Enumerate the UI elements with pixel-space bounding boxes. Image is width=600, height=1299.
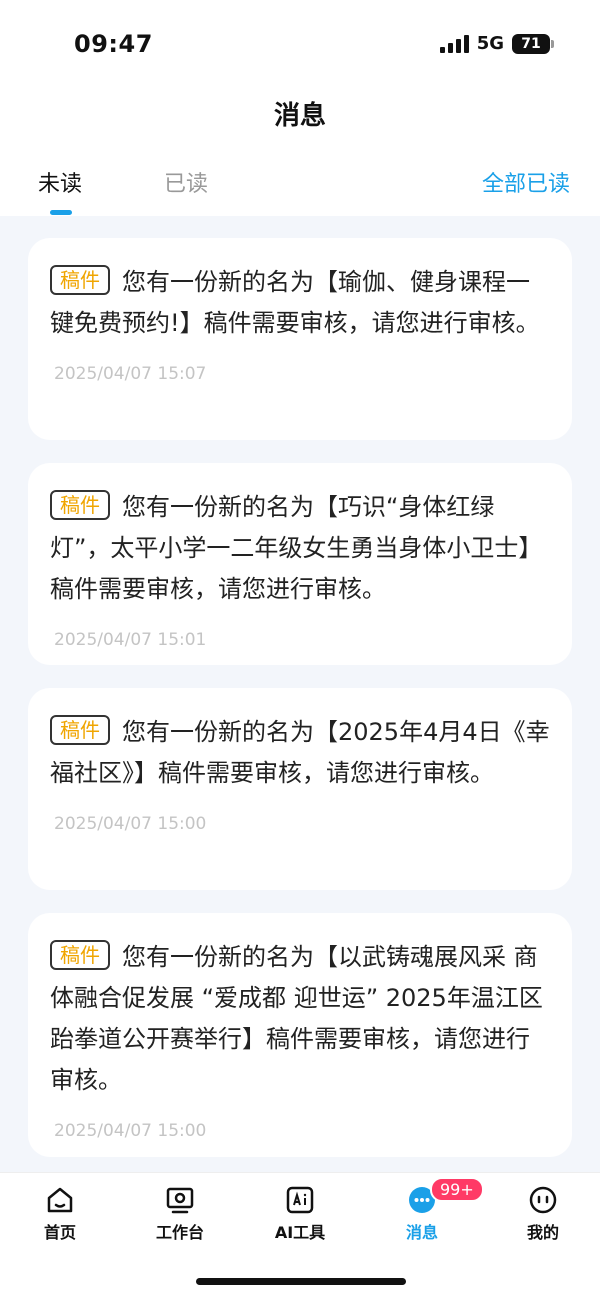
- tabbar-label: 工作台: [155, 1223, 204, 1242]
- tabbar-item-workbench[interactable]: 工作台: [130, 1185, 230, 1243]
- profile-icon: [529, 1186, 557, 1214]
- message-tag: 稿件: [50, 940, 110, 970]
- tabbar-label: 首页: [43, 1223, 76, 1242]
- message-text: 您有一份新的名为【瑜伽、健身课程一键免费预约!】稿件需要审核，请您进行审核。: [50, 268, 540, 337]
- tab-unread[interactable]: 未读: [38, 166, 82, 198]
- message-text: 您有一份新的名为【2025年4月4日《幸福社区》】稿件需要审核，请您进行审核。: [50, 718, 550, 787]
- workbench-icon: [166, 1187, 194, 1214]
- message-card[interactable]: 稿件 您有一份新的名为【以武铸魂展风采 商体融合促发展 “爱成都 迎世运” 202…: [28, 913, 572, 1157]
- unread-count-badge: 99+: [430, 1177, 484, 1202]
- message-tag: 稿件: [50, 490, 110, 520]
- message-body: 稿件 您有一份新的名为【以武铸魂展风采 商体融合促发展 “爱成都 迎世运” 202…: [50, 937, 550, 1101]
- tabbar-item-profile[interactable]: 我的: [493, 1185, 593, 1243]
- message-text: 您有一份新的名为【以武铸魂展风采 商体融合促发展 “爱成都 迎世运” 2025年…: [50, 943, 543, 1094]
- message-tabs: 未读 已读 全部已读: [0, 150, 600, 216]
- status-time: 09:47: [74, 30, 153, 58]
- message-list: 稿件 您有一份新的名为【瑜伽、健身课程一键免费预约!】稿件需要审核，请您进行审核。…: [0, 216, 600, 1172]
- message-tag: 稿件: [50, 265, 110, 295]
- tabbar-item-messages[interactable]: 99+ 消息: [372, 1177, 484, 1243]
- tabbar-item-ai-tools[interactable]: AI工具: [250, 1185, 350, 1243]
- mark-all-read-button[interactable]: 全部已读: [482, 166, 570, 198]
- message-card[interactable]: 稿件 您有一份新的名为【巧识“身体红绿灯”，太平小学一二年级女生勇当身体小卫士】稿…: [28, 463, 572, 665]
- tabbar-label: AI工具: [274, 1223, 326, 1242]
- message-card[interactable]: 稿件 您有一份新的名为【瑜伽、健身课程一键免费预约!】稿件需要审核，请您进行审核。…: [28, 238, 572, 440]
- home-indicator: [196, 1278, 406, 1285]
- message-body: 稿件 您有一份新的名为【2025年4月4日《幸福社区》】稿件需要审核，请您进行审核…: [50, 712, 550, 794]
- home-icon: [47, 1187, 73, 1213]
- signal-icon: [439, 34, 469, 53]
- message-time: 2025/04/07 15:07: [54, 364, 207, 384]
- message-tag: 稿件: [50, 715, 110, 745]
- tabbar-label: 我的: [526, 1223, 559, 1242]
- status-icons: 5G 71: [439, 33, 554, 54]
- status-bar: 09:47 5G 71: [0, 0, 600, 90]
- page-title: 消息: [0, 90, 600, 150]
- message-body: 稿件 您有一份新的名为【瑜伽、健身课程一键免费预约!】稿件需要审核，请您进行审核。: [50, 262, 550, 344]
- ai-tools-icon: [286, 1186, 314, 1214]
- tab-indicator: [50, 210, 72, 215]
- message-time: 2025/04/07 15:00: [54, 814, 207, 834]
- message-time: 2025/04/07 15:00: [54, 1121, 207, 1141]
- tabbar-label: 消息: [405, 1223, 438, 1242]
- message-body: 稿件 您有一份新的名为【巧识“身体红绿灯”，太平小学一二年级女生勇当身体小卫士】稿…: [50, 487, 550, 610]
- battery-icon: 71: [512, 33, 554, 54]
- tab-read[interactable]: 已读: [164, 166, 208, 198]
- message-time: 2025/04/07 15:01: [54, 630, 207, 650]
- tabbar-item-home[interactable]: 首页: [10, 1185, 110, 1243]
- message-card[interactable]: 稿件 您有一份新的名为【2025年4月4日《幸福社区》】稿件需要审核，请您进行审核…: [28, 688, 572, 890]
- message-text: 您有一份新的名为【巧识“身体红绿灯”，太平小学一二年级女生勇当身体小卫士】稿件需…: [50, 493, 543, 603]
- network-type: 5G: [476, 33, 504, 54]
